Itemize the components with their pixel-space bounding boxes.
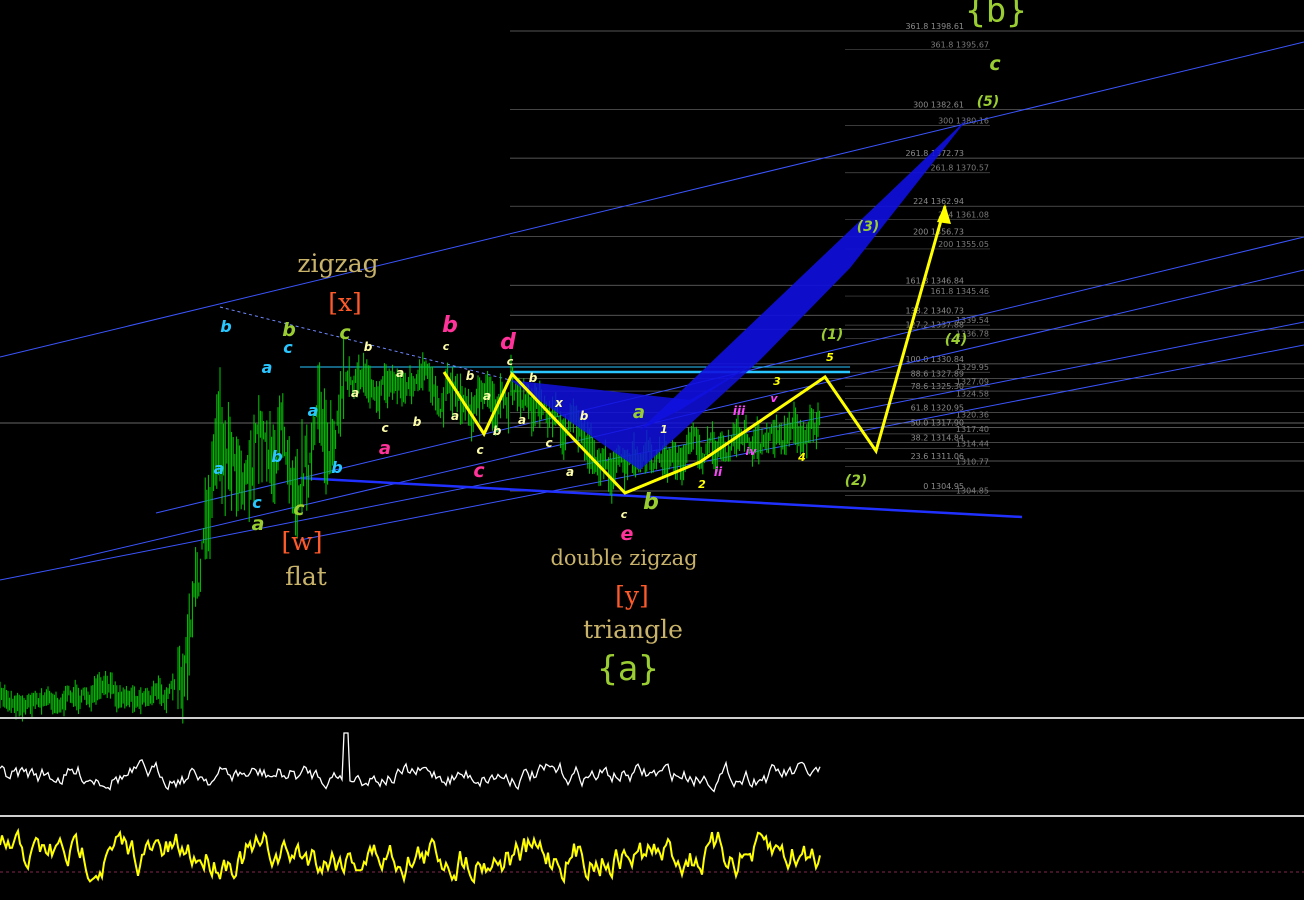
wave-label: c xyxy=(476,443,483,457)
wave-label: a xyxy=(451,409,459,423)
wave-label: 1 xyxy=(660,423,668,436)
wave-label: a xyxy=(566,465,574,479)
wave-label-y: [y] xyxy=(615,581,649,610)
wave-label: b xyxy=(413,415,422,429)
fib-level-label-b: 1310.77 xyxy=(956,457,989,466)
fib-level-label-b: 361.8 1395.67 xyxy=(930,40,989,49)
fib-level-label: 300 1382.61 xyxy=(913,101,964,110)
pattern-label-flat: flat xyxy=(285,562,327,591)
wave-label: a xyxy=(262,358,273,377)
fib-level-label-b: 1314.44 xyxy=(956,439,989,448)
wave-label-x: [x] xyxy=(328,288,362,317)
wave-label: a xyxy=(308,401,319,420)
wave-label: b xyxy=(493,424,502,438)
wave-label: 5 xyxy=(826,351,834,364)
fib-level-label: 161.8 1346.84 xyxy=(905,276,964,285)
wave-label: a xyxy=(483,389,491,403)
wave-label: e xyxy=(621,523,634,545)
wave-label: c xyxy=(621,508,628,521)
wave-label: iii xyxy=(733,404,746,418)
wave-label: c xyxy=(545,436,552,450)
wave-label: b xyxy=(529,371,538,385)
fib-level-label-b: 1324.58 xyxy=(956,390,989,399)
wave-label-w: [w] xyxy=(282,527,323,556)
pattern-label-zigzag: zigzag xyxy=(297,249,378,278)
wave-label: b xyxy=(580,409,589,423)
wave-label: (3) xyxy=(857,219,880,235)
wave-label: c xyxy=(507,355,514,368)
wave-label: c xyxy=(443,340,450,353)
wave-label: a xyxy=(379,438,391,459)
wave-label: (2) xyxy=(845,473,868,489)
fib-level-label: 224 1362.94 xyxy=(913,197,964,206)
wave-label: a xyxy=(351,386,359,400)
fib-level-label-b: 1329.95 xyxy=(956,363,989,372)
fib-level-label-b: 1304.85 xyxy=(956,486,989,495)
wave-label: a xyxy=(214,459,225,478)
fib-level-label-b: 1339.54 xyxy=(956,316,989,325)
wave-label: (1) xyxy=(821,327,844,343)
pattern-label-double-zigzag: double zigzag xyxy=(550,546,697,570)
wave-label: a xyxy=(252,513,265,535)
elliott-wave-chart[interactable]: 361.8 1398.61300 1382.61261.8 1372.73224… xyxy=(0,0,1304,896)
wave-label: 2 xyxy=(698,478,706,491)
fib-level-label: 361.8 1398.61 xyxy=(905,22,964,31)
wave-label: x xyxy=(554,396,564,410)
wave-label: c xyxy=(381,421,388,435)
wave-label: d xyxy=(500,330,516,355)
wave-label: c xyxy=(283,338,293,357)
pattern-label-triangle: triangle xyxy=(583,615,683,644)
wave-label: b xyxy=(331,458,342,477)
wave-label-b-major: {b} xyxy=(965,0,1026,31)
wave-label: b xyxy=(220,317,231,336)
wave-label: a xyxy=(518,413,526,427)
wave-label: b xyxy=(643,490,659,515)
wave-label: b xyxy=(442,313,458,338)
wave-label: (5) xyxy=(977,94,1000,110)
wave-label: b xyxy=(271,447,282,466)
wave-label: c xyxy=(989,53,1001,75)
wave-label: ii xyxy=(714,465,723,479)
wave-label: b xyxy=(466,369,475,383)
wave-label: c xyxy=(252,493,262,512)
wave-label: a xyxy=(396,366,404,380)
wave-label: c xyxy=(293,498,305,520)
wave-label-a-major: {a} xyxy=(597,649,658,689)
wave-label: (4) xyxy=(945,332,968,348)
wave-label: 4 xyxy=(797,451,806,464)
fib-level-label-b: 1317.40 xyxy=(956,425,989,434)
fib-level-label-b: 200 1355.05 xyxy=(938,240,989,249)
wave-label: a xyxy=(633,402,645,423)
wave-label: c xyxy=(339,322,351,344)
chart-window: 361.8 1398.61300 1382.61261.8 1372.73224… xyxy=(0,0,1304,896)
fib-level-label-b: 161.8 1345.46 xyxy=(930,287,989,296)
wave-label: v xyxy=(770,392,778,405)
fib-level-label-b: 261.8 1370.57 xyxy=(930,164,989,173)
wave-label: b xyxy=(364,340,373,354)
wave-label: iv xyxy=(746,445,758,458)
wave-label: 3 xyxy=(773,375,781,388)
wave-label: c xyxy=(473,460,485,482)
